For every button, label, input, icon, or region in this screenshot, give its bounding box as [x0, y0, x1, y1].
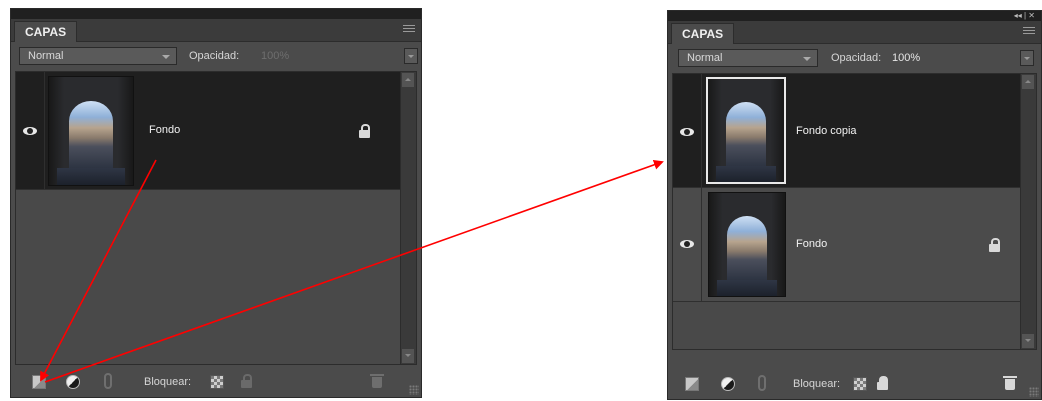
annotation-arrows: [40, 159, 664, 383]
arrow-fondo-to-new-layer: [40, 159, 157, 382]
